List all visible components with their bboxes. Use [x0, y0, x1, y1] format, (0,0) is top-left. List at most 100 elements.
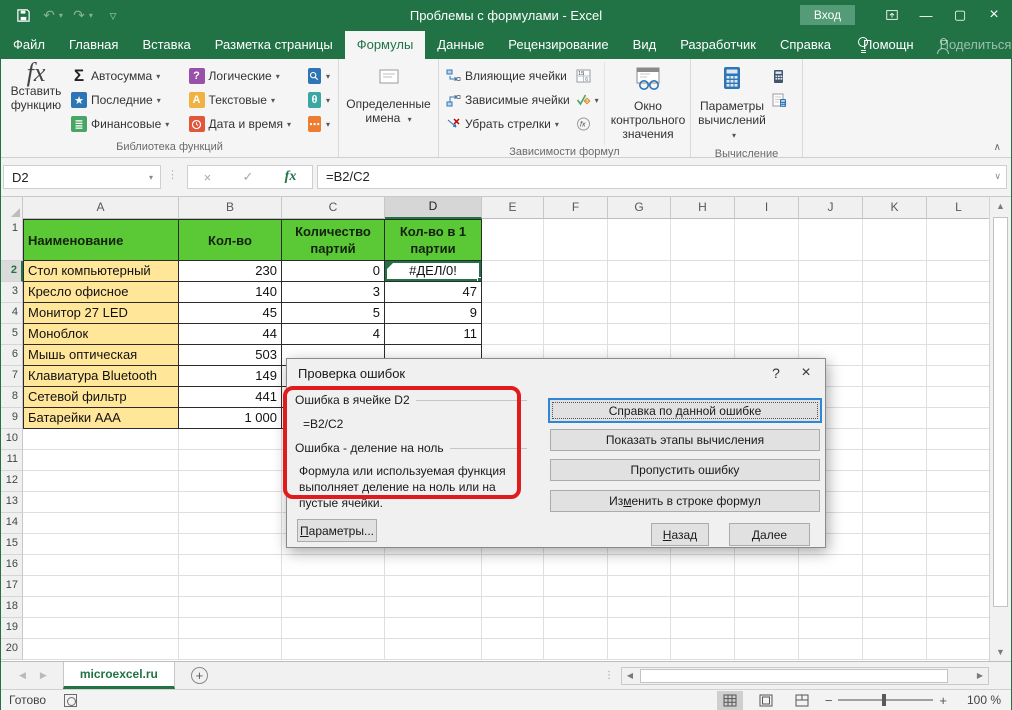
- logical-button[interactable]: ? Логические ▾: [185, 64, 304, 88]
- row-header-9[interactable]: 9: [1, 408, 23, 429]
- cell-B19[interactable]: [179, 618, 282, 639]
- column-header-B[interactable]: B: [179, 197, 282, 219]
- cell-E20[interactable]: [482, 639, 544, 660]
- cell-C2[interactable]: 0: [282, 261, 385, 282]
- cell-L9[interactable]: [927, 408, 991, 429]
- share-button[interactable]: Поделиться: [940, 31, 1012, 59]
- undo-icon[interactable]: ↶▾: [45, 7, 61, 23]
- cell-E19[interactable]: [482, 618, 544, 639]
- column-header-G[interactable]: G: [608, 197, 671, 219]
- add-sheet-icon[interactable]: +: [191, 667, 208, 684]
- maximize-button[interactable]: ▢: [943, 1, 977, 29]
- sheet-nav-left-icon[interactable]: ◀: [19, 670, 26, 681]
- dialog-help-icon[interactable]: ?: [762, 361, 790, 385]
- cell-J5[interactable]: [799, 324, 863, 345]
- column-header-E[interactable]: E: [482, 197, 544, 219]
- cell-L10[interactable]: [927, 429, 991, 450]
- cell-F16[interactable]: [544, 555, 608, 576]
- cell-H20[interactable]: [671, 639, 735, 660]
- formula-bar-handle[interactable]: ⋮: [167, 168, 177, 181]
- edit-in-formula-bar-button[interactable]: Изменить в строке формул: [550, 490, 820, 512]
- cell-G16[interactable]: [608, 555, 671, 576]
- cell-A20[interactable]: [23, 639, 179, 660]
- trace-precedents-button[interactable]: Влияющие ячейки: [443, 64, 573, 88]
- cell-L7[interactable]: [927, 366, 991, 387]
- tab-help[interactable]: Справка: [768, 31, 843, 59]
- cell-E1[interactable]: [482, 219, 544, 261]
- tab-helper[interactable]: Помощн: [859, 31, 926, 59]
- cell-G3[interactable]: [608, 282, 671, 303]
- row-header-3[interactable]: 3: [1, 282, 23, 303]
- math-trig-button[interactable]: θ ▾: [304, 88, 334, 112]
- calculation-options-button[interactable]: Параметры вычислений ▾: [695, 62, 769, 147]
- cell-A16[interactable]: [23, 555, 179, 576]
- cell-H5[interactable]: [671, 324, 735, 345]
- column-header-C[interactable]: C: [282, 197, 385, 219]
- back-button[interactable]: Назад: [651, 523, 709, 546]
- help-on-error-button[interactable]: Справка по данной ошибке: [548, 398, 822, 423]
- cell-L15[interactable]: [927, 534, 991, 555]
- cancel-icon[interactable]: ×: [204, 170, 212, 185]
- cell-K14[interactable]: [863, 513, 927, 534]
- row-header-11[interactable]: 11: [1, 450, 23, 471]
- row-header-5[interactable]: 5: [1, 324, 23, 345]
- cell-C18[interactable]: [282, 597, 385, 618]
- cell-G19[interactable]: [608, 618, 671, 639]
- sheet-tab-active[interactable]: microexcel.ru: [63, 662, 175, 689]
- zoom-slider-thumb[interactable]: [882, 694, 886, 706]
- cell-I18[interactable]: [735, 597, 799, 618]
- cell-J1[interactable]: [799, 219, 863, 261]
- financial-button[interactable]: ≣ Финансовые ▾: [67, 112, 185, 136]
- cell-L5[interactable]: [927, 324, 991, 345]
- cell-D20[interactable]: [385, 639, 482, 660]
- page-layout-view-icon[interactable]: [753, 691, 779, 710]
- column-header-H[interactable]: H: [671, 197, 735, 219]
- cell-B15[interactable]: [179, 534, 282, 555]
- cell-K8[interactable]: [863, 387, 927, 408]
- cell-J2[interactable]: [799, 261, 863, 282]
- page-break-view-icon[interactable]: [789, 691, 815, 710]
- cell-K3[interactable]: [863, 282, 927, 303]
- cell-C16[interactable]: [282, 555, 385, 576]
- defined-names-button[interactable]: Определенные имена ▾: [340, 62, 436, 140]
- watch-window-button[interactable]: Окно контрольного значения: [604, 62, 692, 145]
- cell-K12[interactable]: [863, 471, 927, 492]
- cell-G17[interactable]: [608, 576, 671, 597]
- horizontal-scroll-thumb[interactable]: [640, 669, 948, 683]
- cell-A13[interactable]: [23, 492, 179, 513]
- cell-D18[interactable]: [385, 597, 482, 618]
- cell-H3[interactable]: [671, 282, 735, 303]
- scroll-up-icon[interactable]: ▲: [990, 197, 1011, 215]
- cell-B3[interactable]: 140: [179, 282, 282, 303]
- scroll-left-icon[interactable]: ◀: [622, 671, 638, 680]
- cell-H18[interactable]: [671, 597, 735, 618]
- cell-H19[interactable]: [671, 618, 735, 639]
- cell-L12[interactable]: [927, 471, 991, 492]
- cell-F2[interactable]: [544, 261, 608, 282]
- cell-F20[interactable]: [544, 639, 608, 660]
- cell-B12[interactable]: [179, 471, 282, 492]
- tabbar-splitter[interactable]: ⋮: [604, 670, 621, 681]
- cell-A3[interactable]: Кресло офисное: [23, 282, 179, 303]
- tab-insert[interactable]: Вставка: [130, 31, 202, 59]
- cell-B11[interactable]: [179, 450, 282, 471]
- close-button[interactable]: ×: [977, 1, 1011, 29]
- cell-D2[interactable]: #ДЕЛ/0!: [385, 261, 482, 282]
- row-header-6[interactable]: 6: [1, 345, 23, 366]
- minimize-button[interactable]: —: [909, 1, 943, 29]
- normal-view-icon[interactable]: [717, 691, 743, 710]
- cell-L19[interactable]: [927, 618, 991, 639]
- dialog-close-icon[interactable]: ×: [792, 361, 820, 385]
- cell-H4[interactable]: [671, 303, 735, 324]
- cell-B20[interactable]: [179, 639, 282, 660]
- cell-L3[interactable]: [927, 282, 991, 303]
- cell-B2[interactable]: 230: [179, 261, 282, 282]
- more-functions-button[interactable]: ⋯ ▾: [304, 112, 334, 136]
- cell-K4[interactable]: [863, 303, 927, 324]
- scroll-down-icon[interactable]: ▼: [990, 643, 1011, 661]
- cell-A1[interactable]: Наименование: [23, 219, 179, 261]
- cell-F4[interactable]: [544, 303, 608, 324]
- cell-J19[interactable]: [799, 618, 863, 639]
- row-header-7[interactable]: 7: [1, 366, 23, 387]
- tab-review[interactable]: Рецензирование: [496, 31, 620, 59]
